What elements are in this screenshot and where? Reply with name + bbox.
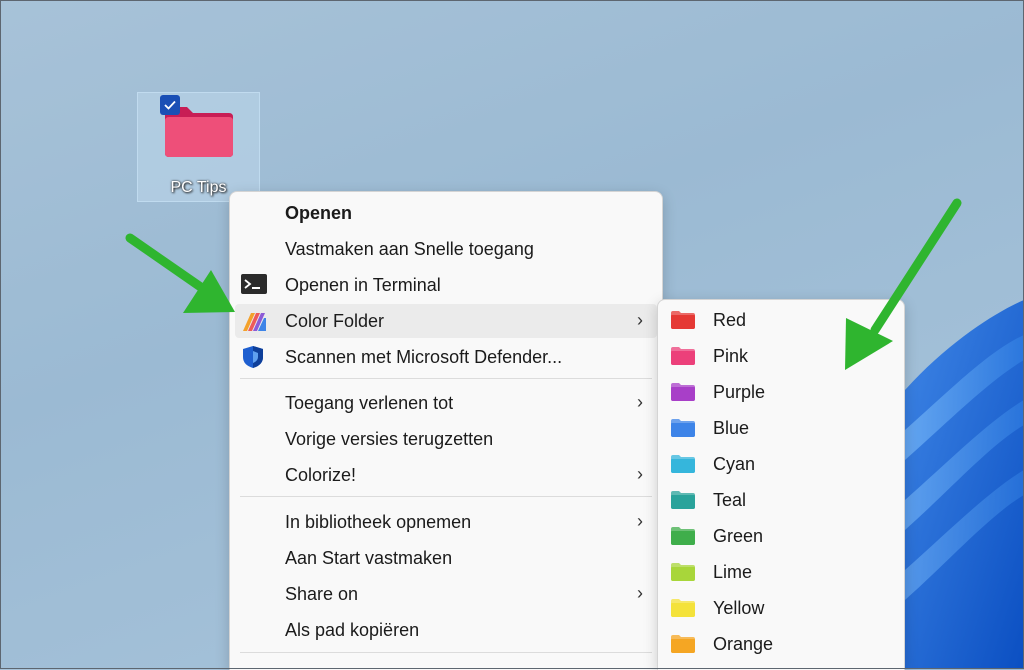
annotation-arrow-right — [845, 198, 962, 370]
